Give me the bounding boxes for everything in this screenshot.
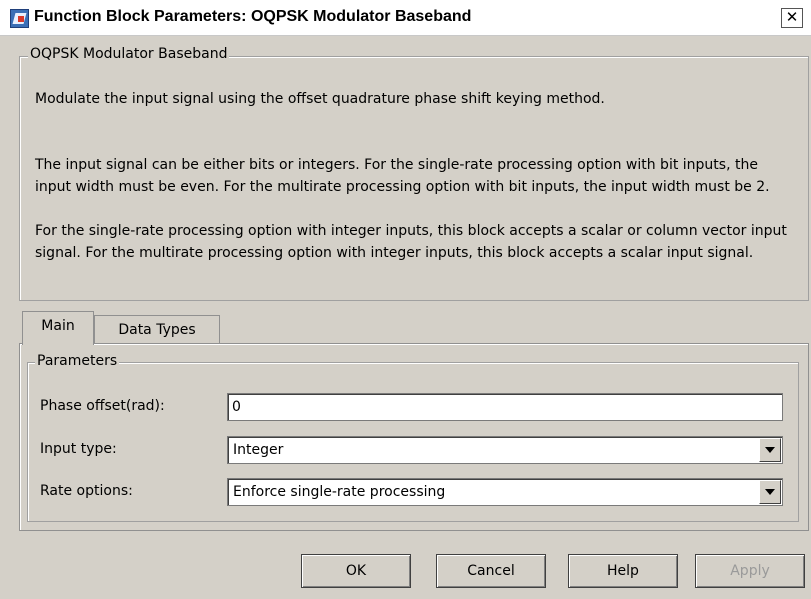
help-button[interactable]: Help <box>568 554 678 588</box>
tab-main-label: Main <box>41 318 75 334</box>
parameters-legend: Parameters <box>35 353 120 369</box>
cancel-button[interactable]: Cancel <box>436 554 546 588</box>
phase-offset-label: Phase offset(rad): <box>40 398 165 414</box>
ok-button[interactable]: OK <box>301 554 411 588</box>
description-paragraph-2: The input signal can be either bits or i… <box>35 157 770 195</box>
close-button[interactable]: ✕ <box>781 8 803 28</box>
rate-options-value: Enforce single-rate processing <box>233 484 446 500</box>
description-line-1: Modulate the input signal using the offs… <box>35 91 605 107</box>
chevron-down-icon[interactable] <box>759 438 781 462</box>
apply-button[interactable]: Apply <box>695 554 805 588</box>
input-type-value: Integer <box>233 442 284 458</box>
title-bar[interactable]: Function Block Parameters: OQPSK Modulat… <box>0 0 811 36</box>
input-type-select[interactable]: Integer <box>227 436 783 464</box>
block-name-legend: OQPSK Modulator Baseband <box>28 46 230 62</box>
phase-offset-input[interactable]: 0 <box>227 393 783 421</box>
window-title: Function Block Parameters: OQPSK Modulat… <box>34 8 472 25</box>
simulink-block-icon <box>10 9 29 28</box>
input-type-label: Input type: <box>40 441 117 457</box>
close-icon: ✕ <box>785 8 799 26</box>
description-paragraph-3: For the single-rate processing option wi… <box>35 223 787 261</box>
rate-options-label: Rate options: <box>40 483 133 499</box>
tab-main[interactable]: Main <box>22 311 94 345</box>
rate-options-select[interactable]: Enforce single-rate processing <box>227 478 783 506</box>
chevron-down-icon[interactable] <box>759 480 781 504</box>
tab-data-types[interactable]: Data Types <box>94 315 220 345</box>
tab-data-types-label: Data Types <box>118 322 196 338</box>
